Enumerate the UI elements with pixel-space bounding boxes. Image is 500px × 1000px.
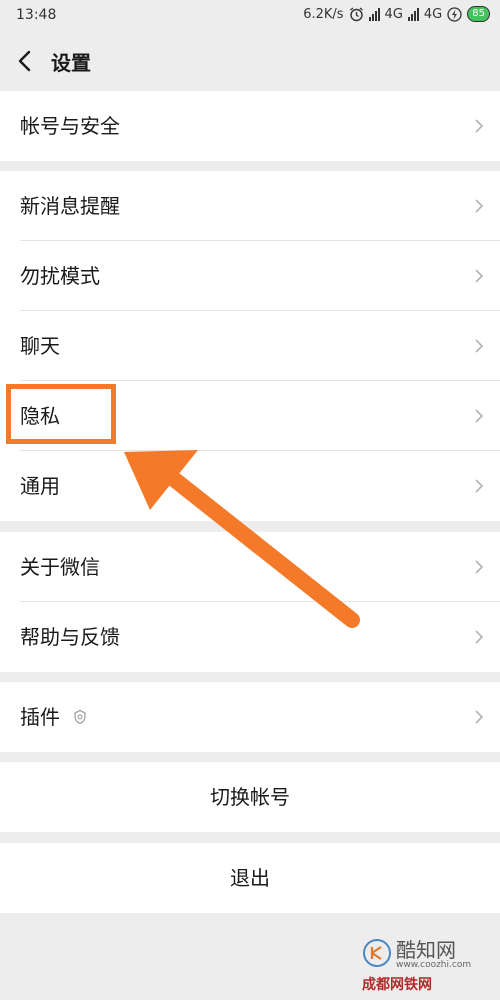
page-title: 设置 <box>51 51 91 75</box>
network-type-2: 4G <box>423 6 443 22</box>
highlight-box <box>6 384 116 444</box>
settings-item-label: 帮助与反馈 <box>20 625 120 649</box>
settings-item-label: 关于微信 <box>20 555 100 579</box>
status-time: 13:48 <box>16 7 57 23</box>
settings-item-label: 新消息提醒 <box>20 194 120 218</box>
settings-item-label: 帐号与安全 <box>20 114 120 138</box>
watermark-subtitle: 成都网铁网 <box>362 977 432 993</box>
chevron-right-icon <box>475 119 484 133</box>
status-bar: 13:48 6.2K/s 4G 4G 85 <box>0 0 500 32</box>
settings-item-new-message-alerts[interactable]: 新消息提醒 <box>0 171 500 241</box>
settings-item-do-not-disturb[interactable]: 勿扰模式 <box>0 241 500 311</box>
watermark-logo-icon <box>363 939 391 967</box>
logout-button[interactable]: 退出 <box>0 843 500 913</box>
settings-item-chat[interactable]: 聊天 <box>0 311 500 381</box>
chevron-right-icon <box>475 409 484 423</box>
charging-icon <box>447 6 462 22</box>
chevron-right-icon <box>475 269 484 283</box>
chevron-right-icon <box>475 199 484 213</box>
settings-item-about-wechat[interactable]: 关于微信 <box>0 532 500 602</box>
chevron-right-icon <box>475 630 484 644</box>
chevron-right-icon <box>475 560 484 574</box>
settings-item-account-security[interactable]: 帐号与安全 <box>0 91 500 161</box>
settings-item-label: 通用 <box>20 474 60 498</box>
battery-icon: 85 <box>467 6 490 22</box>
signal-icon-2 <box>407 7 419 21</box>
watermark-url: www.coozhi.com <box>396 960 472 970</box>
alarm-icon <box>349 6 363 21</box>
watermark: 酷知网 www.coozhi.com 成都网铁网 <box>362 934 482 994</box>
header-bar: 设置 <box>0 32 500 90</box>
settings-item-general[interactable]: 通用 <box>0 451 500 521</box>
network-type-1: 4G <box>384 6 403 22</box>
settings-item-plugins[interactable]: 插件 <box>0 682 500 752</box>
chevron-right-icon <box>475 339 484 353</box>
signal-icon-1 <box>368 7 380 21</box>
settings-item-label: 聊天 <box>20 334 60 358</box>
watermark-title: 酷知网 <box>396 938 456 962</box>
network-speed: 6.2K/s <box>303 6 344 22</box>
settings-item-label: 插件 <box>20 705 60 729</box>
back-arrow-icon[interactable] <box>14 46 38 76</box>
settings-item-help-feedback[interactable]: 帮助与反馈 <box>0 602 500 672</box>
status-indicators: 6.2K/s 4G 4G 85 <box>303 6 490 22</box>
plugin-shield-icon <box>74 709 86 725</box>
settings-item-label: 勿扰模式 <box>20 264 100 288</box>
chevron-right-icon <box>475 710 484 724</box>
switch-account-button[interactable]: 切换帐号 <box>0 762 500 832</box>
chevron-right-icon <box>475 479 484 493</box>
